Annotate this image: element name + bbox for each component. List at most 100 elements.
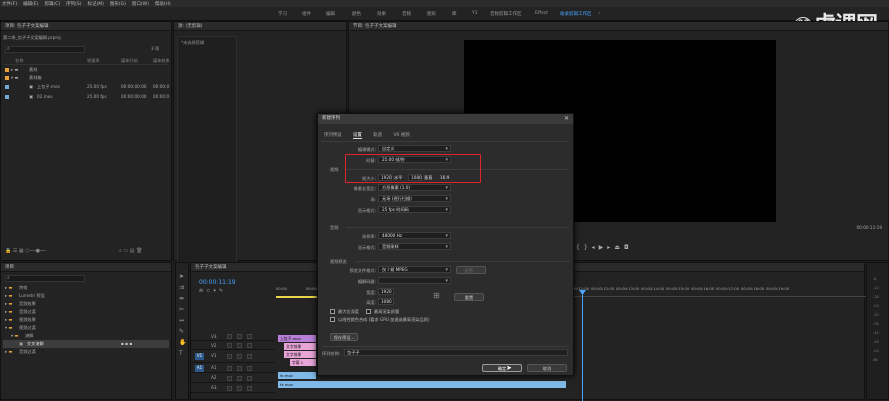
menu-window[interactable]: 窗口(W) bbox=[132, 1, 149, 7]
workspace-tab[interactable]: 组件 bbox=[302, 11, 311, 17]
edit-mode-select[interactable]: 自定义 bbox=[378, 145, 451, 152]
column-name[interactable]: 名称 bbox=[15, 57, 23, 64]
workspace-tab[interactable]: Effect bbox=[535, 11, 548, 16]
icon-view-icon[interactable]: ▦ bbox=[19, 248, 24, 254]
project-panel-tab[interactable]: 项目: 包子子文案编辑 bbox=[1, 22, 171, 31]
sequence-name-input[interactable]: 包子子 bbox=[344, 349, 568, 356]
tab-presets[interactable]: 序列预设 bbox=[324, 133, 342, 138]
workspace-tab[interactable]: 效果 bbox=[377, 11, 386, 17]
effects-panel-tab[interactable]: 项目 bbox=[1, 263, 171, 272]
play-icon[interactable]: ▶ bbox=[599, 244, 608, 251]
column-media-start[interactable]: 媒体开始 bbox=[121, 57, 138, 64]
sync-toggle[interactable] bbox=[237, 354, 242, 359]
mute-toggle[interactable] bbox=[237, 376, 242, 381]
list-item[interactable]: ▣ 02.mov 25.00 fps 00:00:00:00 00:00:05:… bbox=[3, 93, 169, 102]
ok-button[interactable]: 确定 bbox=[482, 364, 522, 372]
clip-title[interactable]: 文字效果 bbox=[284, 343, 316, 350]
eye-toggle[interactable] bbox=[247, 343, 252, 348]
work-area-bar[interactable] bbox=[276, 296, 322, 298]
sync-toggle[interactable] bbox=[237, 334, 242, 339]
preview-height-input[interactable]: 1080 bbox=[378, 298, 394, 305]
lock-icon[interactable]: 🔒 bbox=[5, 248, 11, 254]
trash-icon[interactable]: 🗑 bbox=[136, 248, 142, 254]
list-item[interactable]: ▾ ▬ 视频过渡 bbox=[3, 324, 169, 332]
workspace-tab[interactable]: 图形 bbox=[427, 11, 436, 17]
mark-out-icon[interactable]: } bbox=[584, 244, 592, 251]
mute-toggle[interactable] bbox=[237, 386, 242, 391]
list-item[interactable]: ▸ ▬ 视频效果 bbox=[3, 316, 169, 324]
column-media-end[interactable]: 媒体结束 bbox=[153, 57, 169, 64]
workspace-tab[interactable]: 音频剪辑工作区 bbox=[490, 11, 522, 17]
list-item[interactable]: ▸ ▬ 音频过渡 bbox=[3, 348, 169, 356]
workspace-tab[interactable]: Y1 bbox=[472, 11, 478, 16]
pen-icon[interactable]: ✎ bbox=[179, 326, 186, 337]
camera-icon[interactable]: ◘ bbox=[624, 244, 633, 251]
clip-a1[interactable]: fx mov bbox=[278, 381, 566, 388]
effects-search-input[interactable] bbox=[5, 275, 85, 282]
step-back-icon[interactable]: ◂ bbox=[592, 244, 599, 251]
mark-in-icon[interactable]: { bbox=[576, 244, 584, 251]
preview-format-select[interactable]: 仅 I 帧 MPEG bbox=[378, 266, 451, 273]
source-patch-v1[interactable]: V1 bbox=[195, 353, 204, 360]
list-item[interactable]: ▣ 上包子.mov 25.00 fps 00:00:00:00 00:00:03… bbox=[3, 83, 169, 92]
cancel-button[interactable]: 取消 bbox=[527, 364, 567, 372]
audio-display-select[interactable]: 音频采样 bbox=[378, 243, 451, 250]
configure-button[interactable]: 配置... bbox=[456, 266, 486, 274]
link-icon[interactable]: ⊞ bbox=[433, 291, 440, 300]
save-preset-button[interactable]: 保存预设... bbox=[330, 333, 358, 341]
preview-width-input[interactable]: 1920 bbox=[378, 288, 394, 295]
more-workspaces-icon[interactable]: » bbox=[598, 11, 601, 16]
ripple-edit-icon[interactable]: ⇹ bbox=[179, 293, 186, 304]
playhead[interactable] bbox=[582, 291, 583, 401]
menu-sequence[interactable]: 序列(S) bbox=[66, 1, 81, 7]
new-bin-icon[interactable]: ▭ bbox=[123, 248, 128, 254]
wrench-icon[interactable]: ✎ bbox=[219, 288, 226, 294]
slip-icon[interactable]: ↔ bbox=[179, 315, 186, 326]
lock-toggle[interactable] bbox=[227, 376, 232, 381]
pixel-aspect-select[interactable]: 方形像素 (1.0) bbox=[378, 184, 451, 191]
sync-toggle[interactable] bbox=[237, 343, 242, 348]
menu-file[interactable]: 文件(F) bbox=[2, 1, 17, 7]
workspace-tab[interactable]: 编辑 bbox=[326, 11, 335, 17]
hand-icon[interactable]: ✋ bbox=[179, 337, 186, 348]
clip-caption[interactable]: 字幕 1 bbox=[290, 359, 316, 366]
column-fps[interactable]: 帧速率 bbox=[87, 57, 100, 64]
source-patch-a1[interactable]: A1 bbox=[195, 365, 204, 372]
new-item-icon[interactable]: ▤ bbox=[130, 248, 135, 254]
menu-clip[interactable]: 剪辑(C) bbox=[44, 1, 60, 7]
tab-tracks[interactable]: 轨道 bbox=[373, 133, 382, 138]
source-panel-tab[interactable]: 源: (无剪辑) bbox=[174, 22, 346, 31]
tab-vr-video[interactable]: VR 视频 bbox=[393, 133, 409, 138]
menu-edit[interactable]: 编辑(E) bbox=[23, 1, 38, 7]
list-item[interactable]: ▸ ▬ 音频效果 bbox=[3, 300, 169, 308]
project-search-input[interactable] bbox=[5, 46, 85, 53]
lock-toggle[interactable] bbox=[227, 343, 232, 348]
program-panel-tab[interactable]: 节目: 包子子文案编辑 bbox=[349, 22, 888, 31]
workspace-tab[interactable]: 音频 bbox=[402, 11, 411, 17]
lock-toggle[interactable] bbox=[227, 386, 232, 391]
workspace-tab[interactable]: 颜色 bbox=[352, 11, 361, 17]
razor-icon[interactable]: ✂ bbox=[179, 304, 186, 315]
zoom-slider[interactable]: ○──●── bbox=[25, 248, 46, 254]
selection-tool-icon[interactable]: ➤ bbox=[179, 271, 186, 282]
workspace-tab[interactable]: 库 bbox=[452, 11, 457, 17]
reset-button[interactable]: 重置 bbox=[454, 293, 484, 301]
lock-toggle[interactable] bbox=[227, 366, 232, 371]
menu-marker[interactable]: 标记(M) bbox=[88, 1, 104, 7]
workspace-tab-active[interactable]: 收录剪辑工作区 bbox=[560, 11, 592, 17]
display-format-select[interactable]: 25 fps 时间码 bbox=[378, 206, 451, 213]
sample-rate-select[interactable]: 48000 Hz bbox=[378, 232, 451, 239]
list-item[interactable]: ▸ ▬ Lumetri 预设 bbox=[3, 292, 169, 300]
track-select-icon[interactable]: ⇉ bbox=[179, 282, 186, 293]
solo-toggle[interactable] bbox=[247, 376, 252, 381]
mute-toggle[interactable] bbox=[237, 366, 242, 371]
list-view-icon[interactable]: ☰ bbox=[13, 248, 17, 254]
lift-icon[interactable]: ⏏ bbox=[614, 244, 624, 251]
list-item[interactable]: ▾ ▬ 素材箱 bbox=[3, 74, 169, 82]
eye-toggle[interactable] bbox=[247, 354, 252, 359]
search-icon[interactable]: ⌕ bbox=[119, 248, 122, 254]
list-item[interactable]: ▸ ▬ 素材 bbox=[3, 66, 169, 74]
timeline-timecode[interactable]: 00:00:11:19 bbox=[199, 279, 236, 286]
workspace-tab[interactable]: 学习 bbox=[278, 11, 287, 17]
solo-toggle[interactable] bbox=[247, 366, 252, 371]
